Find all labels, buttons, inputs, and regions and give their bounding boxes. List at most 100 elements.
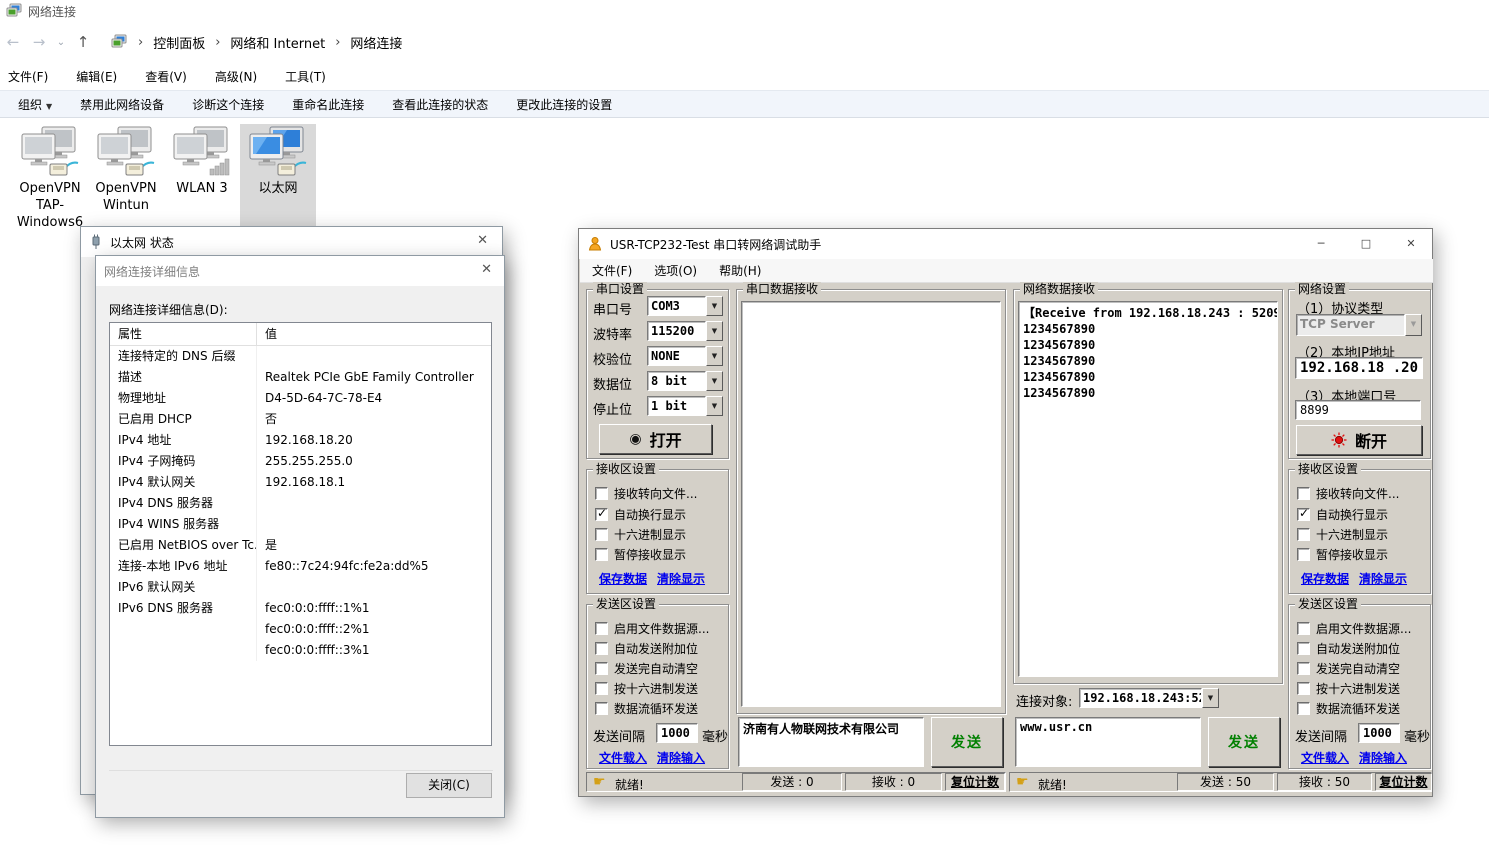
menu-tools[interactable]: 工具(T) [285, 68, 340, 85]
minimize-icon[interactable]: ─ [1300, 229, 1342, 259]
usr-titlebar[interactable]: USR-TCP232-Test 串口转网络调试助手 ─ □ ✕ [579, 229, 1432, 259]
chevron-down-icon[interactable]: ▼ [706, 396, 723, 416]
checkbox-loop-send[interactable]: 数据流循环发送 [1297, 699, 1400, 717]
organize-button[interactable]: 组织▼ [18, 96, 52, 113]
clear-input-link[interactable]: 清除输入 [1359, 749, 1407, 766]
table-row[interactable]: fec0:0:0:ffff::2%1 [110, 619, 491, 640]
checkbox-auto-linebreak[interactable]: 自动换行显示 [595, 505, 686, 523]
save-data-link[interactable]: 保存数据 [599, 570, 647, 587]
serial-receive-area[interactable] [741, 301, 1001, 707]
open-serial-button[interactable]: ◉ 打开 [599, 424, 712, 454]
checkbox-file-data-source[interactable]: 启用文件数据源... [595, 619, 709, 637]
menu-edit[interactable]: 编辑(E) [76, 68, 131, 85]
table-row[interactable]: IPv4 WINS 服务器 [110, 514, 491, 535]
parity-combobox[interactable]: NONE▼ [647, 346, 723, 366]
protocol-combobox[interactable]: TCP Server▼ [1296, 314, 1422, 336]
up-icon[interactable]: ↑ [70, 33, 96, 51]
breadcrumb-item-network-connections[interactable]: 网络连接 [350, 33, 402, 52]
table-row[interactable]: IPv4 地址192.168.18.20 [110, 430, 491, 451]
serial-send-button[interactable]: 发送 [931, 717, 1003, 767]
chevron-down-icon[interactable]: ▼ [1202, 688, 1219, 708]
peer-combobox[interactable]: 192.168.18.243:520▼ [1079, 688, 1219, 708]
send-interval-input[interactable]: 1000 [656, 723, 698, 743]
checkbox-pause-receive[interactable]: 暂停接收显示 [1297, 545, 1388, 563]
load-file-link[interactable]: 文件载入 [599, 749, 647, 766]
disconnect-button[interactable]: 断开 [1296, 425, 1422, 455]
breadcrumb-item-control-panel[interactable]: 控制面板 [153, 33, 205, 52]
local-ip-input[interactable]: 192.168.18 .20 [1295, 357, 1423, 379]
change-settings-button[interactable]: 更改此连接的设置 [516, 96, 612, 113]
connection-details-titlebar[interactable]: 网络连接详细信息 ✕ [96, 256, 504, 286]
explorer-titlebar[interactable]: 网络连接 [0, 0, 1489, 22]
table-row[interactable]: 连接特定的 DNS 后缀 [110, 346, 491, 367]
load-file-link[interactable]: 文件载入 [1301, 749, 1349, 766]
details-table-header[interactable]: 属性 值 [110, 323, 491, 346]
clear-display-link[interactable]: 清除显示 [657, 570, 705, 587]
close-button[interactable]: 关闭(C) [406, 773, 492, 798]
checkbox-pause-receive[interactable]: 暂停接收显示 [595, 545, 686, 563]
table-row[interactable]: IPv6 DNS 服务器fec0:0:0:ffff::1%1 [110, 598, 491, 619]
table-row[interactable]: 已启用 DHCP否 [110, 409, 491, 430]
clear-display-link[interactable]: 清除显示 [1359, 570, 1407, 587]
checkbox-loop-send[interactable]: 数据流循环发送 [595, 699, 698, 717]
checkbox-hex-display[interactable]: 十六进制显示 [1297, 525, 1388, 543]
table-row[interactable]: 描述Realtek PCIe GbE Family Controller [110, 367, 491, 388]
adapter-wlan3[interactable]: WLAN 3 [164, 124, 240, 233]
table-row[interactable]: IPv4 默认网关192.168.18.1 [110, 472, 491, 493]
checkbox-receive-to-file[interactable]: 接收转向文件... [1297, 484, 1399, 502]
column-property[interactable]: 属性 [110, 323, 257, 345]
close-icon[interactable]: ✕ [1390, 229, 1432, 259]
menu-options[interactable]: 选项(O) [654, 262, 697, 279]
checkbox-receive-to-file[interactable]: 接收转向文件... [595, 484, 697, 502]
data-bits-combobox[interactable]: 8 bit▼ [647, 371, 723, 391]
table-row[interactable]: IPv4 DNS 服务器 [110, 493, 491, 514]
table-row[interactable]: IPv4 子网掩码255.255.255.0 [110, 451, 491, 472]
local-port-input[interactable]: 8899 [1295, 400, 1421, 420]
adapter-openvpn-wintun[interactable]: OpenVPN Wintun [88, 124, 164, 233]
menu-advanced[interactable]: 高级(N) [215, 68, 271, 85]
save-data-link[interactable]: 保存数据 [1301, 570, 1349, 587]
menu-file[interactable]: 文件(F) [592, 262, 632, 279]
chevron-down-icon[interactable]: ▼ [706, 321, 723, 341]
table-row[interactable]: fec0:0:0:ffff::3%1 [110, 640, 491, 661]
table-row[interactable]: 物理地址D4-5D-64-7C-78-E4 [110, 388, 491, 409]
checkbox-hex-display[interactable]: 十六进制显示 [595, 525, 686, 543]
column-value[interactable]: 值 [257, 323, 277, 345]
menu-view[interactable]: 查看(V) [145, 68, 201, 85]
close-icon[interactable]: ✕ [481, 262, 492, 277]
network-send-button[interactable]: 发送 [1208, 717, 1280, 767]
menu-help[interactable]: 帮助(H) [719, 262, 761, 279]
checkbox-auto-linebreak[interactable]: 自动换行显示 [1297, 505, 1388, 523]
send-interval-input[interactable]: 1000 [1358, 723, 1400, 743]
checkbox-file-data-source[interactable]: 启用文件数据源... [1297, 619, 1411, 637]
adapter-openvpn-tap[interactable]: OpenVPN TAP-Windows6 [12, 124, 88, 233]
recent-locations-chevron-icon[interactable]: ⌄ [52, 37, 70, 48]
maximize-icon[interactable]: □ [1345, 229, 1387, 259]
back-icon[interactable]: ← [0, 33, 26, 51]
checkbox-clear-after-send[interactable]: 发送完自动清空 [1297, 659, 1400, 677]
stop-bits-combobox[interactable]: 1 bit▼ [647, 396, 723, 416]
disable-device-button[interactable]: 禁用此网络设备 [80, 96, 164, 113]
menu-file[interactable]: 文件(F) [8, 68, 62, 85]
checkbox-send-as-hex[interactable]: 按十六进制发送 [1297, 679, 1400, 697]
close-icon[interactable]: ✕ [477, 233, 488, 248]
rename-connection-button[interactable]: 重命名此连接 [292, 96, 364, 113]
ethernet-status-titlebar[interactable]: 以太网 状态 ✕ [81, 227, 502, 257]
checkbox-send-as-hex[interactable]: 按十六进制发送 [595, 679, 698, 697]
chevron-down-icon[interactable]: ▼ [706, 371, 723, 391]
network-receive-area[interactable]: 【Receive from 192.168.18.243 : 52099】: 1… [1018, 301, 1278, 677]
serial-reset-count-link[interactable]: 复位计数 [945, 773, 1005, 791]
view-status-button[interactable]: 查看此连接的状态 [392, 96, 488, 113]
chevron-down-icon[interactable]: ▼ [706, 346, 723, 366]
checkbox-auto-send-append[interactable]: 自动发送附加位 [595, 639, 698, 657]
com-port-combobox[interactable]: COM3▼ [647, 296, 723, 316]
baud-rate-combobox[interactable]: 115200▼ [647, 321, 723, 341]
table-row[interactable]: 连接-本地 IPv6 地址fe80::7c24:94fc:fe2a:dd%5 [110, 556, 491, 577]
checkbox-auto-send-append[interactable]: 自动发送附加位 [1297, 639, 1400, 657]
clear-input-link[interactable]: 清除输入 [657, 749, 705, 766]
checkbox-clear-after-send[interactable]: 发送完自动清空 [595, 659, 698, 677]
serial-send-input[interactable]: 济南有人物联网技术有限公司 [738, 717, 924, 767]
table-row[interactable]: IPv6 默认网关 [110, 577, 491, 598]
breadcrumb-item-network-internet[interactable]: 网络和 Internet [230, 33, 325, 52]
details-table[interactable]: 属性 值 连接特定的 DNS 后缀 描述Realtek PCIe GbE Fam… [109, 322, 492, 746]
